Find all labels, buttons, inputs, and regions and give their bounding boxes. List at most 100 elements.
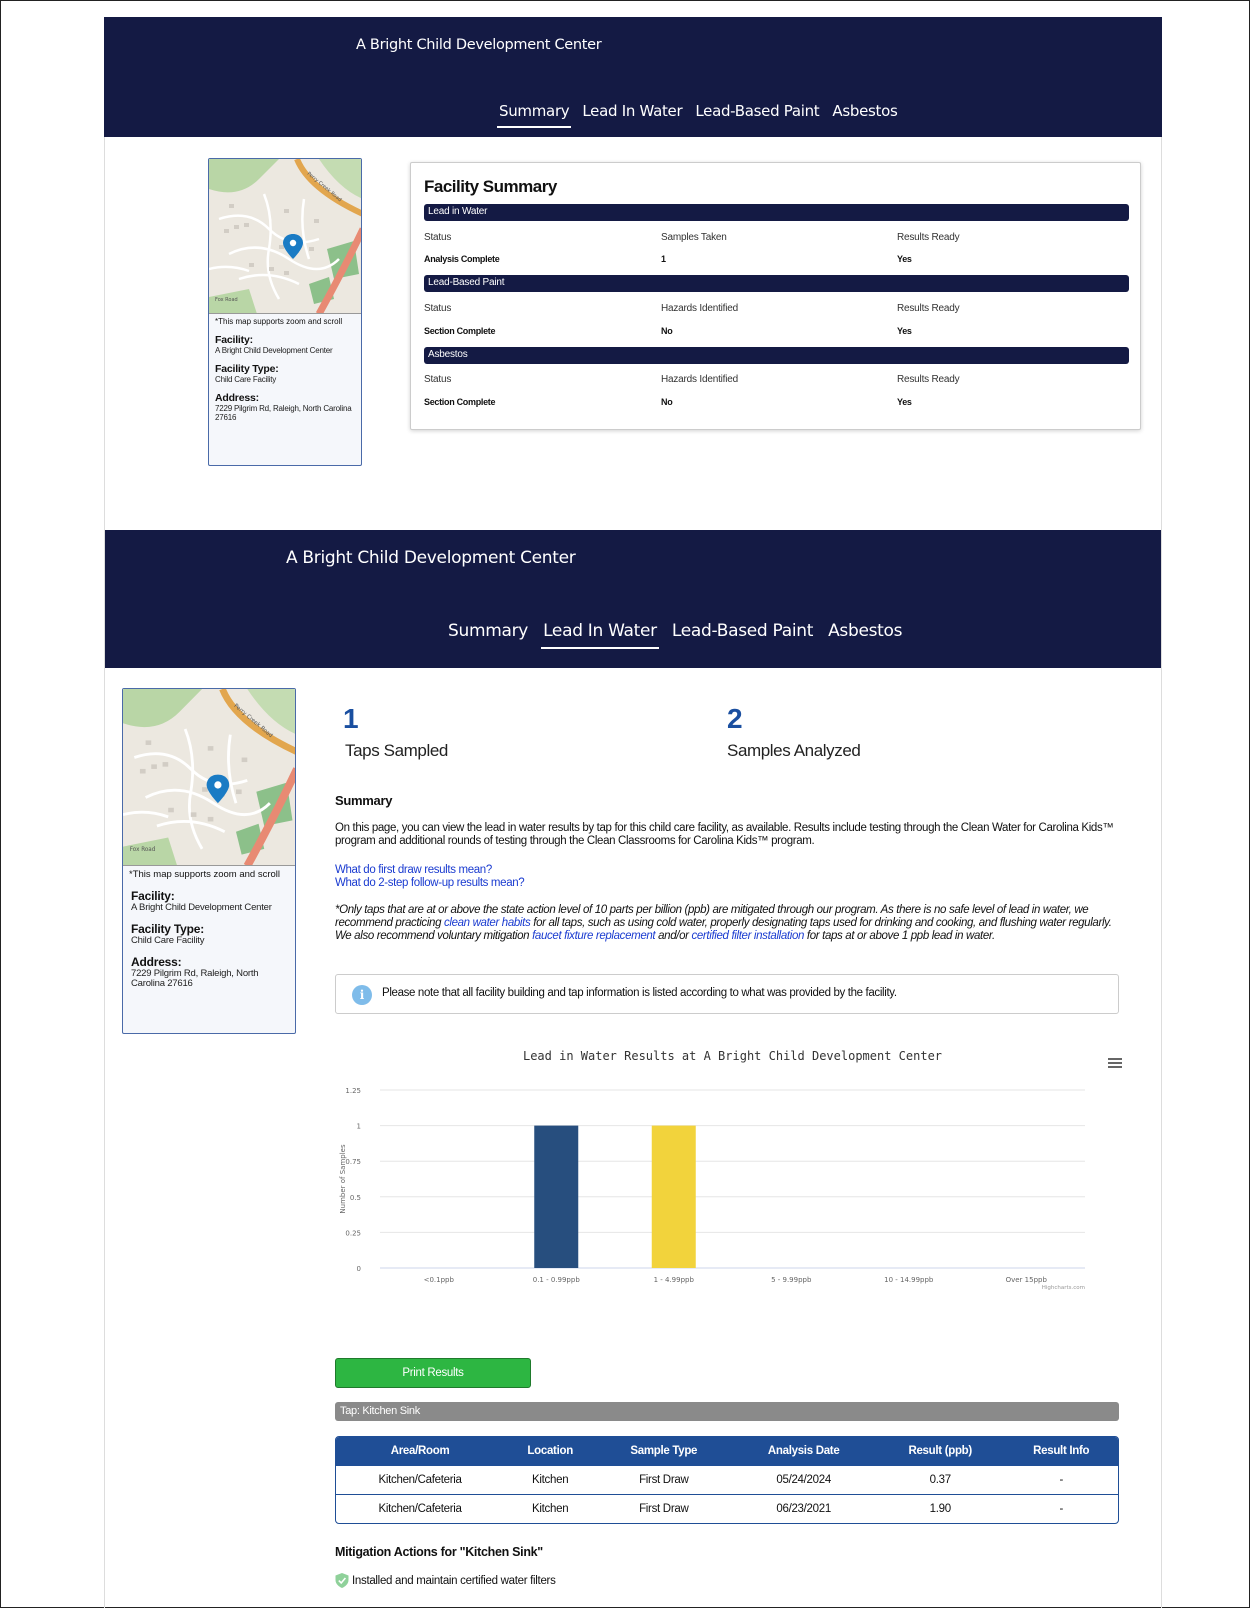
- facility-map[interactable]: Fox Road Perry Creek Road: [123, 689, 295, 866]
- facility-label: Facility:: [215, 334, 253, 346]
- mitigation-heading: Mitigation Actions for "Kitchen Sink": [335, 1545, 543, 1559]
- map-road-label: Fox Road: [130, 847, 156, 853]
- y-tick-label: 0.75: [345, 1158, 361, 1166]
- note-text: for taps at or above 1 ppb lead in water…: [804, 930, 995, 942]
- tab-lead-based-paint[interactable]: Lead-Based Paint: [672, 621, 814, 641]
- table-row: Kitchen/Cafeteria Kitchen First Draw 06/…: [336, 1493, 1118, 1523]
- table-row: Kitchen/Cafeteria Kitchen First Draw 05/…: [336, 1464, 1118, 1494]
- facility-title: A Bright Child Development Center: [286, 548, 576, 568]
- cell-area-room: Kitchen/Cafeteria: [336, 1464, 505, 1494]
- facility-type-value: Child Care Facility: [131, 935, 205, 946]
- info-notice: i Please note that all facility building…: [335, 974, 1119, 1014]
- tab-lead-in-water[interactable]: Lead In Water: [541, 621, 659, 649]
- facility-label: Facility:: [131, 889, 175, 903]
- col-header: Results Ready: [897, 374, 960, 385]
- link-two-step[interactable]: What do 2-step follow-up results mean?: [335, 877, 1130, 890]
- summary-paragraph: On this page, you can view the lead in w…: [335, 822, 1114, 847]
- facility-title: A Bright Child Development Center: [356, 37, 602, 53]
- mitigation-item-text: Installed and maintain certified water f…: [352, 1574, 556, 1587]
- tab-lead-based-paint[interactable]: Lead-Based Paint: [695, 102, 819, 120]
- cell-area-room: Kitchen/Cafeteria: [336, 1493, 505, 1523]
- cell-location: Kitchen: [504, 1464, 597, 1494]
- col-header: Status: [424, 374, 452, 385]
- chart-credit: Highcharts.com: [1042, 1285, 1085, 1291]
- header-banner-lead-in-water: A Bright Child Development Center Summar…: [105, 530, 1161, 668]
- table-header-row: Area/Room Location Sample Type Analysis …: [336, 1437, 1118, 1465]
- results-table: Area/Room Location Sample Type Analysis …: [335, 1436, 1119, 1524]
- y-axis-label: Number of Samples: [339, 1144, 347, 1214]
- col-location[interactable]: Location: [504, 1437, 597, 1465]
- cell-analysis-date: 05/24/2024: [731, 1464, 876, 1494]
- link-certified-filter-installation[interactable]: certified filter installation: [691, 930, 804, 942]
- info-text: Please note that all facility building a…: [382, 987, 897, 999]
- link-two-step-text[interactable]: What do 2-step follow-up results mean?: [335, 877, 525, 889]
- cell-result: 1.90: [876, 1493, 1005, 1523]
- cell-analysis-date: 06/23/2021: [731, 1493, 876, 1523]
- tab-asbestos[interactable]: Asbestos: [828, 621, 902, 641]
- col-result-ppb[interactable]: Result (ppb): [876, 1437, 1005, 1465]
- bar-2: [651, 1125, 696, 1268]
- tap-header-bar: Tap: Kitchen Sink: [335, 1402, 1119, 1421]
- results-ready-value: Yes: [897, 254, 912, 264]
- results-ready-value: Yes: [897, 397, 912, 407]
- taps-sampled-label: Taps Sampled: [345, 741, 448, 760]
- facility-type-value: Child Care Facility: [215, 375, 277, 384]
- facility-type-label: Facility Type:: [215, 363, 279, 375]
- hazards-value: No: [661, 326, 673, 336]
- col-analysis-date[interactable]: Analysis Date: [731, 1437, 876, 1465]
- link-first-draw-text[interactable]: What do first draw results mean?: [335, 864, 492, 876]
- col-result-info[interactable]: Result Info: [1004, 1437, 1118, 1465]
- y-tick-label: 1.25: [345, 1087, 361, 1095]
- facility-summary-title: Facility Summary: [424, 177, 557, 196]
- y-tick-label: 0.25: [345, 1229, 361, 1237]
- tab-lead-in-water[interactable]: Lead In Water: [582, 102, 682, 120]
- y-tick-label: 0.5: [350, 1194, 361, 1202]
- address-value: 7229 Pilgrim Rd, Raleigh, North Carolina…: [215, 404, 352, 422]
- tab-summary[interactable]: Summary: [496, 102, 572, 128]
- cell-result-info: -: [1004, 1493, 1118, 1523]
- tab-asbestos[interactable]: Asbestos: [832, 102, 897, 120]
- facility-value: A Bright Child Development Center: [131, 902, 272, 913]
- samples-taken-value: 1: [661, 254, 666, 264]
- status-value: Section Complete: [424, 397, 496, 407]
- shield-check-icon: [335, 1573, 349, 1588]
- x-tick-label: 5 - 9.99ppb: [771, 1276, 812, 1284]
- facility-map[interactable]: Fox Road Perry Creek Road: [209, 159, 361, 314]
- hazards-value: No: [661, 397, 673, 407]
- col-sample-type[interactable]: Sample Type: [596, 1437, 732, 1465]
- facility-summary-card: Facility Summary Lead in Water Status Sa…: [410, 162, 1141, 430]
- address-label: Address:: [131, 955, 182, 969]
- section-bar-lead-based-paint: Lead-Based Paint: [424, 275, 1129, 292]
- content-edge-right: [1161, 137, 1162, 1608]
- address-label: Address:: [215, 392, 259, 404]
- taps-sampled-count: 1: [343, 703, 359, 734]
- link-first-draw[interactable]: What do first draw results mean?: [335, 864, 1130, 877]
- cell-location: Kitchen: [504, 1493, 597, 1523]
- section-bar-asbestos: Asbestos: [424, 347, 1129, 364]
- chart-menu-icon[interactable]: [1108, 1058, 1122, 1070]
- note-text: and/or: [655, 930, 692, 942]
- facility-info-card: Fox Road Perry Creek Road *This map supp…: [122, 688, 296, 1034]
- print-results-button[interactable]: Print Results: [335, 1358, 531, 1388]
- x-tick-label: 1 - 4.99ppb: [654, 1276, 695, 1284]
- map-note: *This map supports zoom and scroll: [215, 317, 343, 326]
- info-icon: i: [352, 985, 372, 1005]
- col-area-room[interactable]: Area/Room: [336, 1437, 505, 1465]
- x-tick-label: Over 15ppb: [1006, 1276, 1048, 1284]
- col-header: Results Ready: [897, 303, 960, 314]
- address-value: 7229 Pilgrim Rd, Raleigh, North Carolina…: [131, 968, 259, 989]
- status-value: Analysis Complete: [424, 254, 500, 264]
- tab-bar: Summary Lead In Water Lead-Based Paint A…: [496, 102, 898, 128]
- tab-summary[interactable]: Summary: [448, 621, 528, 641]
- facility-value: A Bright Child Development Center: [215, 346, 333, 355]
- link-clean-water-habits[interactable]: clean water habits: [444, 917, 531, 929]
- link-faucet-fixture-replacement[interactable]: faucet fixture replacement: [532, 930, 656, 942]
- x-tick-label: <0.1ppb: [424, 1276, 455, 1284]
- mitigation-note: *Only taps that are at or above the stat…: [335, 904, 1130, 943]
- map-road-label: Fox Road: [215, 297, 238, 303]
- facility-info-card: Fox Road Perry Creek Road *This map supp…: [208, 158, 362, 466]
- mitigation-item: Installed and maintain certified water f…: [335, 1573, 556, 1588]
- col-header: Hazards Identified: [661, 374, 739, 385]
- lead-results-chart: Lead in Water Results at A Bright Child …: [335, 1040, 1130, 1330]
- content-edge-left: [104, 137, 105, 1608]
